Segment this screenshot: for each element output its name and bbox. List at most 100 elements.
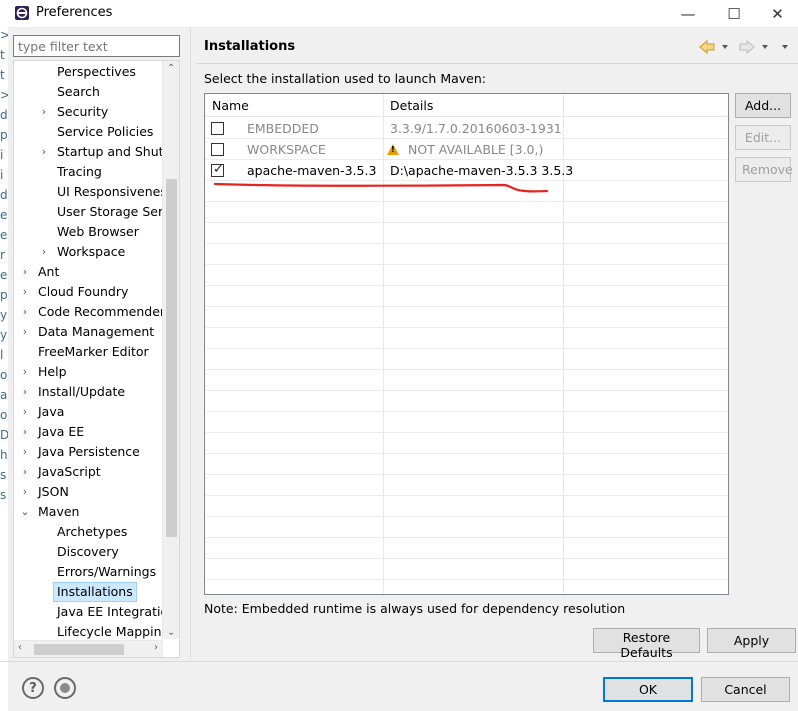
tree-item[interactable]: Workspace <box>57 242 125 262</box>
tree-item[interactable]: Perspectives <box>57 62 136 82</box>
remove-button[interactable]: Remove <box>735 157 793 182</box>
tree-expand-icon[interactable]: › <box>20 442 30 462</box>
tree-item[interactable]: User Storage Serv <box>57 202 171 222</box>
tree-item[interactable]: JavaScript <box>38 462 101 482</box>
row-gridline <box>205 348 728 349</box>
back-menu-icon[interactable] <box>722 45 728 49</box>
minimize-button[interactable]: — <box>665 0 711 27</box>
checkmark-icon: ✓ <box>213 162 224 177</box>
tree-item[interactable]: Java EE Integration <box>57 602 176 622</box>
row-checkbox[interactable]: ✓ <box>211 162 224 177</box>
tree-expand-icon[interactable]: › <box>39 142 49 162</box>
page-title: Installations <box>204 39 296 54</box>
eclipse-app-icon <box>15 6 29 20</box>
column-header-name[interactable]: Name <box>205 94 383 117</box>
tree-item[interactable]: Search <box>57 82 100 102</box>
tree-expand-icon[interactable]: › <box>20 362 30 382</box>
tree-item[interactable]: Java EE <box>38 422 84 442</box>
tree-expand-icon[interactable]: › <box>20 482 30 502</box>
tree-item[interactable]: UI Responsiveness <box>57 182 173 202</box>
restore-defaults-button[interactable]: Restore Defaults <box>593 628 700 660</box>
preference-tree[interactable]: Perspectives Search › Security Service Polic… <box>13 60 180 658</box>
tree-item[interactable]: Maven <box>38 502 79 522</box>
scroll-up-icon[interactable]: ⌃ <box>167 63 175 74</box>
installations-table[interactable]: Name Details EMBEDDED 3.3.9/1.7.0.2016060… <box>204 93 729 595</box>
installation-details: D:\apache-maven-3.5.3 3.5.3 <box>390 163 574 178</box>
embedded-runtime-note: Note: Embedded runtime is always used fo… <box>204 601 626 616</box>
tree-item[interactable]: Security <box>57 102 108 122</box>
pane-divider[interactable] <box>190 27 191 659</box>
tree-item[interactable]: Java Persistence <box>38 442 140 462</box>
tree-item[interactable]: Lifecycle Mapping <box>57 622 169 642</box>
tree-expand-icon[interactable]: › <box>20 262 30 282</box>
tree-item[interactable]: Archetypes <box>57 522 127 542</box>
scroll-right-icon[interactable]: › <box>154 642 158 653</box>
tree-expand-icon[interactable]: › <box>20 282 30 302</box>
tree-item[interactable]: Ant <box>38 262 59 282</box>
background-letter: o <box>0 368 8 382</box>
table-row[interactable]: EMBEDDED 3.3.9/1.7.0.20160603-1931 <box>205 118 728 139</box>
table-row[interactable]: WORKSPACE! NOT AVAILABLE [3.0,) <box>205 139 728 160</box>
help-icon[interactable]: ? <box>22 677 44 699</box>
row-gridline <box>205 201 728 202</box>
tree-item[interactable]: Web Browser <box>57 222 139 242</box>
tree-item[interactable]: Cloud Foundry <box>38 282 128 302</box>
row-checkbox[interactable] <box>211 143 224 156</box>
record-macro-icon[interactable] <box>54 677 76 699</box>
tree-expanded-icon[interactable]: ⌄ <box>20 502 30 522</box>
row-gridline <box>205 390 728 391</box>
background-letter: p <box>0 128 8 142</box>
row-gridline <box>205 558 728 559</box>
row-gridline <box>205 222 728 223</box>
tree-vertical-thumb[interactable] <box>166 179 177 537</box>
tree-expand-icon[interactable]: › <box>39 102 49 122</box>
scroll-down-icon[interactable]: ⌄ <box>167 627 175 638</box>
tree-vertical-scrollbar[interactable]: ⌃ ⌄ <box>162 61 179 639</box>
tree-item[interactable]: Discovery <box>57 542 119 562</box>
maximize-button[interactable]: ☐ <box>711 0 757 27</box>
tree-item[interactable]: Service Policies <box>57 122 153 142</box>
row-checkbox[interactable] <box>211 122 224 135</box>
tree-expand-icon[interactable]: › <box>20 322 30 342</box>
installation-details: 3.3.9/1.7.0.20160603-1931 <box>390 121 562 136</box>
tree-item[interactable]: Help <box>38 362 67 382</box>
tree-expand-icon[interactable]: › <box>20 422 30 442</box>
record-dot-icon <box>60 683 70 693</box>
scroll-left-icon[interactable]: ‹ <box>18 642 22 653</box>
tree-expand-icon[interactable]: › <box>20 402 30 422</box>
ok-button[interactable]: OK <box>603 677 693 702</box>
view-menu-icon[interactable] <box>782 45 788 49</box>
tree-expand-icon[interactable]: › <box>20 382 30 402</box>
tree-item[interactable]: JSON <box>38 482 69 502</box>
tree-horizontal-thumb[interactable] <box>34 644 124 655</box>
cancel-button[interactable]: Cancel <box>701 677 790 702</box>
filter-input[interactable] <box>13 35 180 57</box>
tree-item[interactable]: Install/Update <box>38 382 125 402</box>
tree-horizontal-scrollbar[interactable]: ‹ › <box>14 640 163 657</box>
tree-item[interactable]: Startup and Shutd <box>57 142 171 162</box>
add-button[interactable]: Add... <box>735 93 791 118</box>
apply-button[interactable]: Apply <box>707 628 796 653</box>
tree-expand-icon[interactable]: › <box>20 462 30 482</box>
navigation-arrows[interactable] <box>698 38 794 56</box>
column-header-details[interactable]: Details <box>383 94 563 117</box>
row-gridline <box>205 453 728 454</box>
tree-item[interactable]: Installations <box>53 582 137 602</box>
background-letter: > <box>0 88 8 102</box>
row-gridline <box>205 285 728 286</box>
tree-item[interactable]: Errors/Warnings <box>57 562 156 582</box>
tree-item[interactable]: Data Management <box>38 322 154 342</box>
forward-arrow-icon[interactable] <box>739 39 755 55</box>
tree-expand-icon[interactable]: › <box>20 302 30 322</box>
tree-expand-icon[interactable]: › <box>39 242 49 262</box>
tree-item[interactable]: FreeMarker Editor <box>38 342 149 362</box>
tree-item[interactable]: Java <box>38 402 64 422</box>
background-letter: l <box>0 348 4 362</box>
back-arrow-icon[interactable] <box>699 39 715 55</box>
edit-button[interactable]: Edit... <box>735 125 791 150</box>
table-row[interactable]: ✓ apache-maven-3.5.3 D:\apache-maven-3.5.3… <box>205 160 728 181</box>
tree-item[interactable]: Code Recommenders <box>38 302 172 322</box>
close-button[interactable]: ✕ <box>757 0 798 27</box>
tree-item[interactable]: Tracing <box>57 162 102 182</box>
forward-menu-icon[interactable] <box>762 45 768 49</box>
